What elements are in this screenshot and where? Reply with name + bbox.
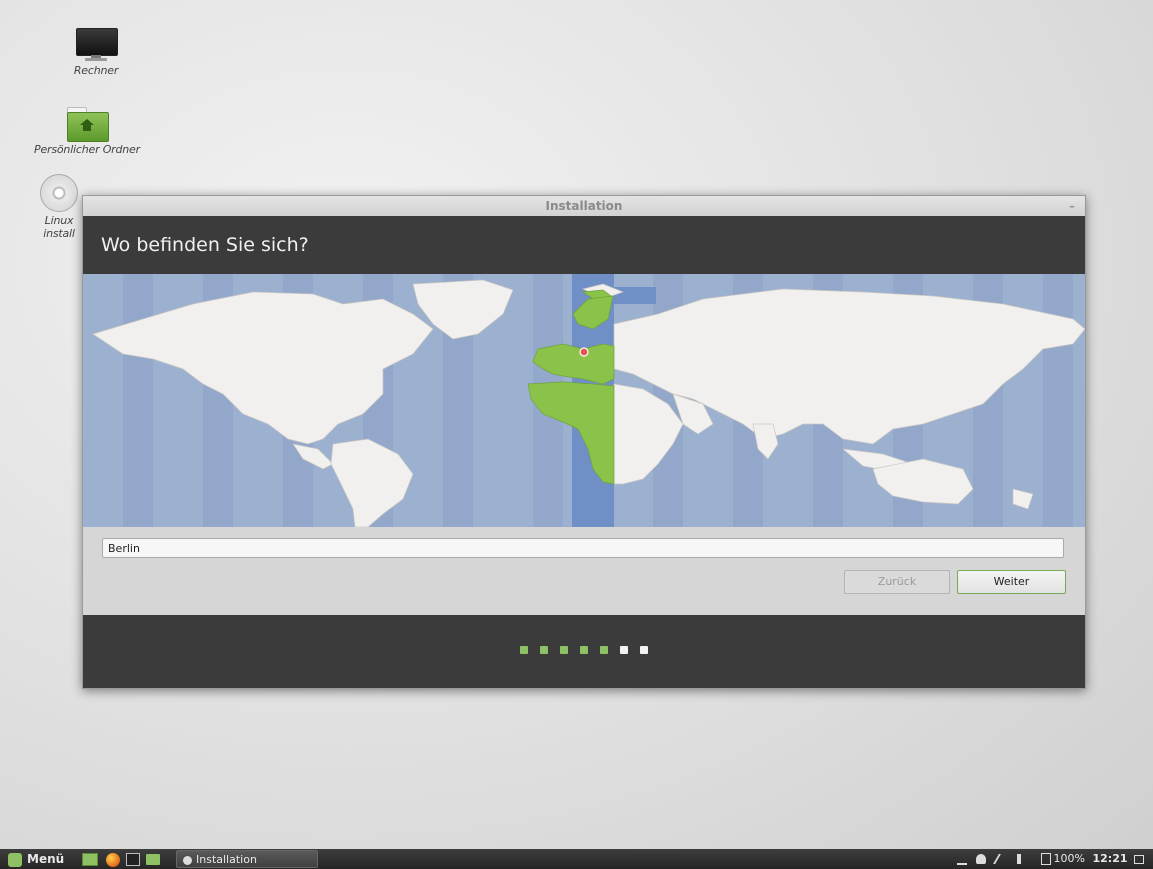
firefox-icon[interactable]: [106, 849, 120, 869]
taskbar-item-installation[interactable]: Installation: [176, 850, 318, 868]
battery-level: 100%: [1053, 852, 1085, 865]
next-button[interactable]: Weiter: [957, 570, 1066, 594]
window-titlebar[interactable]: Installation –: [83, 196, 1085, 216]
progress-dot-done: [540, 646, 548, 654]
window-title: Installation: [545, 199, 623, 213]
clock[interactable]: 12:21: [1092, 852, 1127, 865]
user-icon[interactable]: [976, 854, 987, 864]
desktop-icon-label: Persönlicher Ordner: [34, 143, 140, 156]
back-button[interactable]: Zurück: [844, 570, 950, 594]
timezone-map[interactable]: [83, 274, 1085, 527]
progress-dots: [520, 646, 648, 654]
menu-button[interactable]: Menü: [8, 849, 64, 869]
taskbar-item-label: Installation: [196, 853, 257, 866]
installer-window: Installation – Wo befinden Sie sich? Ber…: [82, 195, 1086, 689]
minimize-button[interactable]: –: [1069, 196, 1075, 216]
location-input[interactable]: [102, 538, 1064, 558]
system-tray: 100% 12:21: [954, 849, 1147, 869]
menu-label: Menü: [27, 852, 65, 866]
progress-dot-done: [580, 646, 588, 654]
progress-footer: [83, 615, 1085, 688]
progress-dot-done: [560, 646, 568, 654]
progress-dot-pending: [640, 646, 648, 654]
desktop-icon-label: Linux install: [43, 214, 75, 240]
progress-dot-pending: [620, 646, 628, 654]
computer-icon: [74, 28, 118, 62]
display-icon[interactable]: [1134, 854, 1144, 864]
mint-logo-icon: [8, 852, 22, 867]
network-icon[interactable]: [992, 854, 1011, 864]
home-folder-icon: [65, 107, 109, 142]
desktop-icon-computer[interactable]: Rechner: [41, 28, 151, 77]
progress-dot-done: [520, 646, 528, 654]
files-icon[interactable]: [146, 849, 160, 869]
keyboard-icon[interactable]: [956, 853, 967, 865]
taskbar: Menü Installation 100% 12:21: [0, 849, 1153, 869]
installer-icon: [183, 855, 192, 865]
show-desktop-icon[interactable]: [82, 849, 98, 869]
selected-city-marker: [579, 347, 589, 357]
disc-icon: [40, 174, 78, 212]
desktop-icon-home[interactable]: Persönlicher Ordner: [27, 107, 147, 156]
location-controls: Zurück Weiter: [83, 527, 1085, 613]
progress-dot-done: [600, 646, 608, 654]
terminal-icon[interactable]: [126, 849, 140, 869]
battery-icon[interactable]: [1040, 853, 1051, 865]
volume-icon[interactable]: [1017, 854, 1031, 864]
desktop-icon-installer[interactable]: Linux install: [29, 174, 89, 240]
page-title: Wo befinden Sie sich?: [83, 216, 1085, 274]
desktop-icon-label: Rechner: [73, 64, 119, 77]
